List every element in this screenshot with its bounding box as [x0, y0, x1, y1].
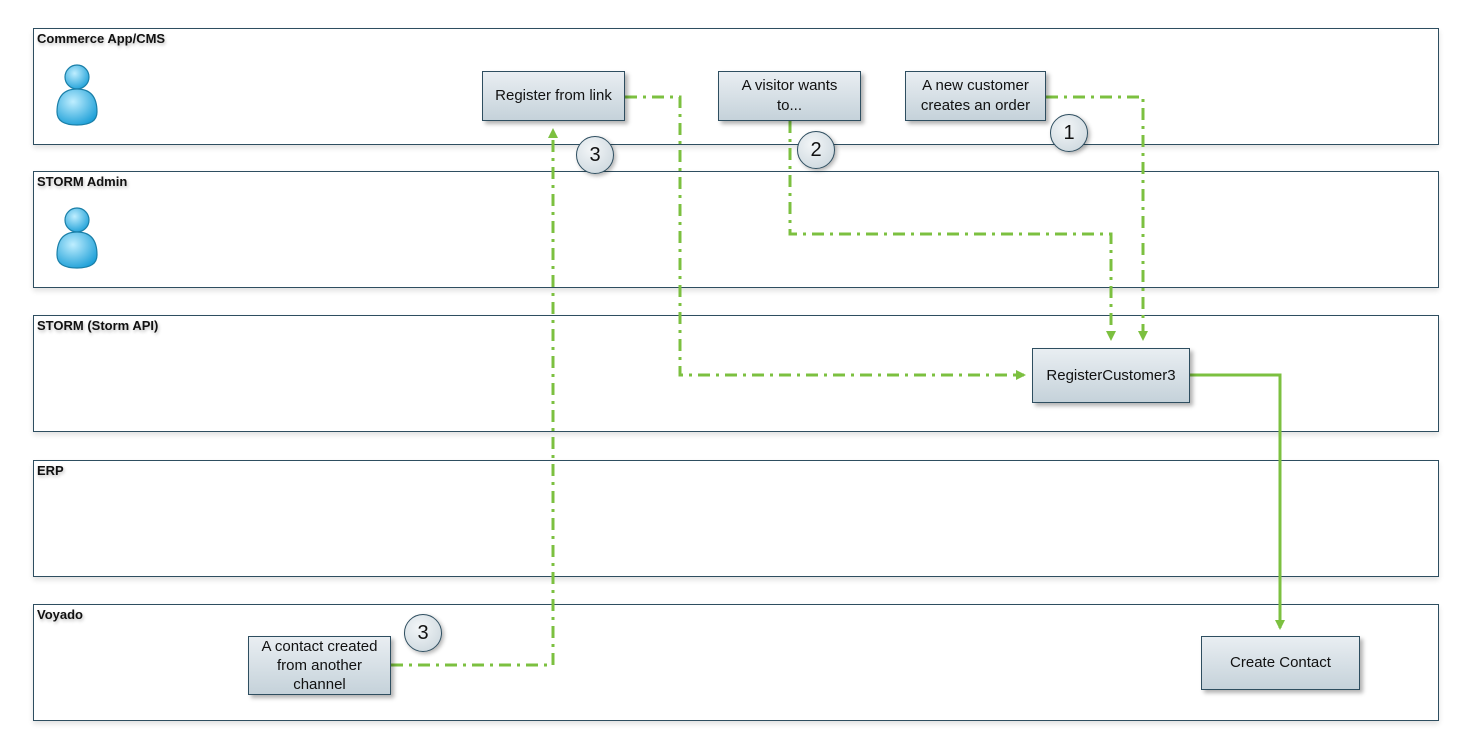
node-create-contact[interactable]: Create Contact: [1201, 636, 1360, 690]
step-badge-1: 1: [1050, 114, 1088, 152]
node-label-line: channel: [293, 676, 346, 693]
node-visitor-wants-to[interactable]: A visitor wants to...: [718, 71, 861, 121]
node-label-line: A new customer: [922, 77, 1029, 94]
connector-registercustomer3-to-create-contact: [1190, 373, 1285, 630]
node-register-from-link[interactable]: Register from link: [482, 71, 625, 121]
step-badge-2: 2: [797, 131, 835, 169]
node-label-line: creates an order: [920, 97, 1031, 114]
node-label: Register from link: [495, 87, 612, 104]
node-label: Create Contact: [1230, 654, 1331, 671]
badge-number: 2: [810, 138, 822, 161]
node-label-line: to...: [776, 97, 802, 114]
node-label-line: from another: [276, 657, 363, 674]
step-badge-3-bottom: 3: [404, 614, 442, 652]
node-contact-from-other-channel[interactable]: A contact created from another channel: [248, 636, 391, 695]
step-badge-3-top: 3: [576, 136, 614, 174]
node-label: RegisterCustomer3: [1046, 366, 1176, 384]
connector-visitor-to-registercustomer3: [788, 121, 1116, 341]
node-label-line: A contact created: [261, 638, 378, 655]
connector-contact-to-register-link: [391, 128, 558, 667]
badge-number: 3: [589, 143, 601, 166]
badge-number: 3: [417, 621, 429, 644]
node-registercustomer3[interactable]: RegisterCustomer3: [1032, 348, 1190, 403]
node-new-customer-creates-order[interactable]: A new customer creates an order: [905, 71, 1046, 121]
badge-number: 1: [1063, 121, 1075, 144]
node-label-line: A visitor wants: [741, 77, 838, 94]
